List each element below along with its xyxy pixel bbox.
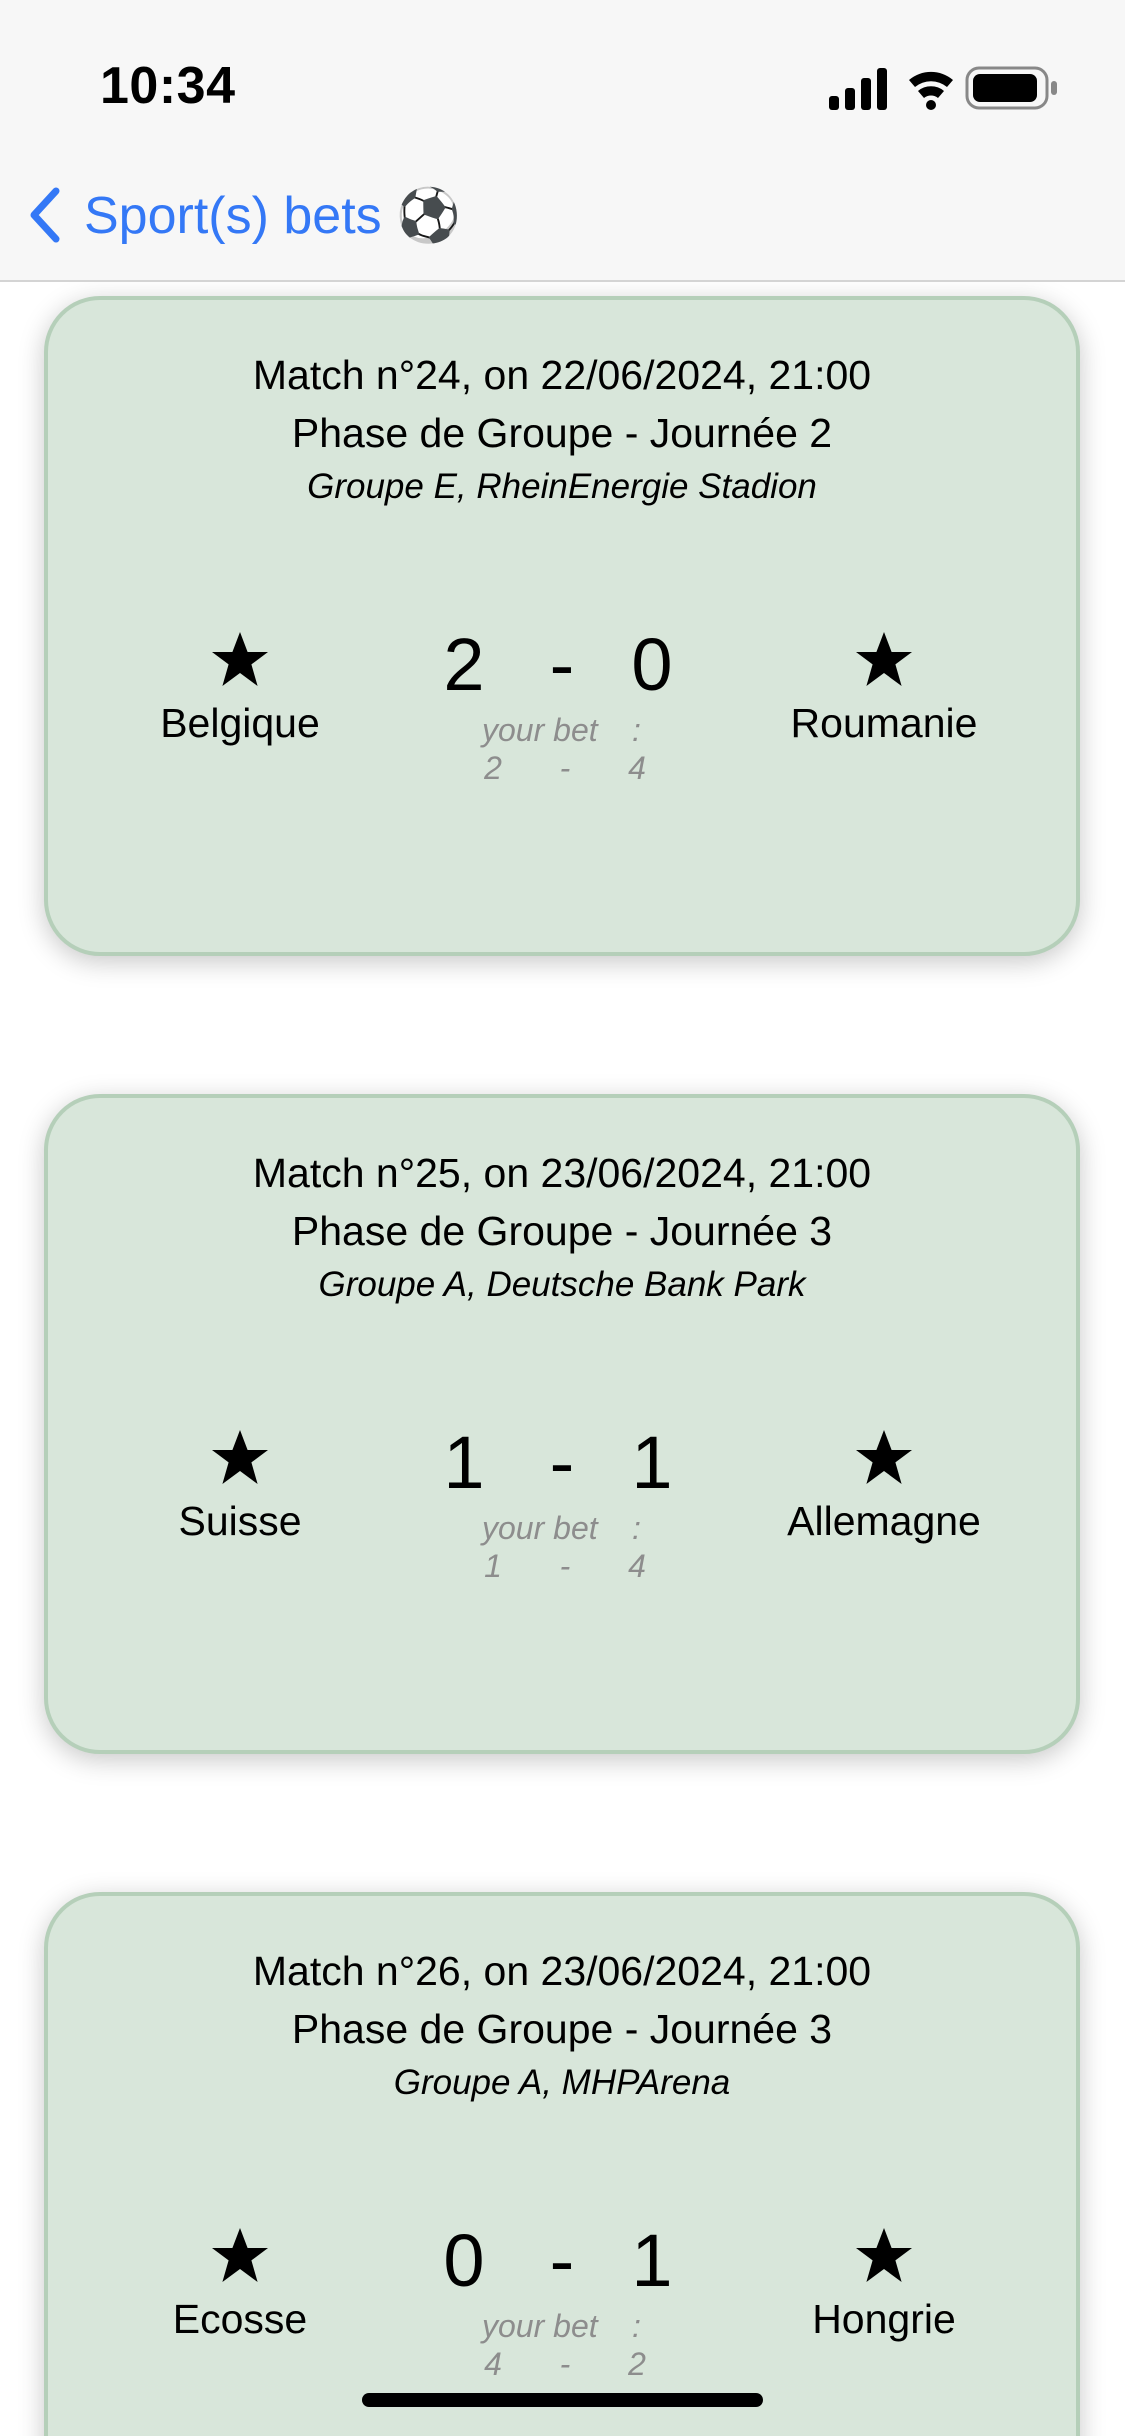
match-phase: Phase de Groupe - Journée 3 (291, 2006, 833, 2052)
status-icons (829, 66, 1057, 110)
bet-colon: : (632, 2308, 641, 2344)
navigation-bar: Sport(s) bets ⚽️ (0, 140, 1125, 282)
status-bar: 10:34 (0, 0, 1125, 140)
bet-colon: : (632, 1510, 641, 1546)
home-team: Belgique (90, 630, 390, 747)
score-away: 1 (631, 2219, 673, 2302)
match-card[interactable]: Match n°25, on 23/06/2024, 21:00 Phase d… (44, 1094, 1080, 1754)
away-team-name: Hongrie (812, 2296, 956, 2342)
bet-away: 4 (628, 750, 646, 786)
match-header: Match n°25, on 23/06/2024, 21:00 Phase d… (48, 1144, 1076, 1310)
match-list[interactable]: Match n°24, on 22/06/2024, 21:00 Phase d… (0, 282, 1125, 2436)
user-bet: your bet : 4 - 2 (462, 2308, 662, 2388)
score-home: 1 (443, 1421, 485, 1504)
away-team: Allemagne (734, 1428, 1034, 1545)
bet-label: your bet (482, 2308, 598, 2344)
match-score: 0 - 1 (422, 2224, 702, 2298)
bet-label: your bet (482, 712, 598, 748)
score-home: 0 (443, 2219, 485, 2302)
bet-home: 4 (484, 2346, 502, 2382)
star-icon (856, 1430, 912, 1484)
home-team-name: Ecosse (172, 2296, 308, 2342)
score-away: 0 (631, 623, 673, 706)
cellular-signal-icon (829, 68, 887, 110)
match-phase: Phase de Groupe - Journée 3 (291, 1208, 833, 1254)
match-score: 1 - 1 (422, 1426, 702, 1500)
back-button-label[interactable]: Sport(s) bets ⚽️ (84, 185, 461, 246)
back-button[interactable]: Sport(s) bets ⚽️ (24, 180, 461, 250)
bet-away: 4 (628, 1548, 646, 1584)
match-card[interactable]: Match n°24, on 22/06/2024, 21:00 Phase d… (44, 296, 1080, 956)
match-number-date: Match n°24, on 22/06/2024, 21:00 (252, 352, 872, 398)
away-team: Roumanie (734, 630, 1034, 747)
away-team-name: Roumanie (790, 700, 978, 746)
bet-away: 2 (628, 2346, 646, 2382)
match-number-date: Match n°25, on 23/06/2024, 21:00 (252, 1150, 872, 1196)
score-home: 2 (443, 623, 485, 706)
match-group-stadium: Groupe E, RheinEnergie Stadion (307, 467, 817, 506)
status-time: 10:34 (100, 57, 236, 115)
battery-icon (965, 66, 1057, 110)
home-indicator[interactable] (362, 2393, 763, 2407)
bet-label: your bet (482, 1510, 598, 1546)
bet-separator: - (559, 750, 571, 786)
wifi-icon (909, 71, 953, 110)
user-bet: your bet : 2 - 4 (462, 712, 662, 792)
match-group-stadium: Groupe A, Deutsche Bank Park (318, 1265, 806, 1304)
star-icon (212, 2228, 268, 2282)
star-icon (212, 632, 268, 686)
match-phase: Phase de Groupe - Journée 2 (291, 410, 833, 456)
home-team: Suisse (90, 1428, 390, 1545)
bet-separator: - (559, 2346, 571, 2382)
score-separator: - (549, 623, 575, 706)
bet-colon: : (632, 712, 641, 748)
home-team-name: Belgique (160, 700, 320, 746)
star-icon (856, 2228, 912, 2282)
away-team: Hongrie (734, 2226, 1034, 2343)
match-group-stadium: Groupe A, MHPArena (393, 2063, 731, 2102)
away-team-name: Allemagne (787, 1498, 981, 1544)
match-header: Match n°24, on 22/06/2024, 21:00 Phase d… (48, 346, 1076, 512)
bet-home: 2 (484, 750, 502, 786)
home-team-name: Suisse (178, 1498, 302, 1544)
score-away: 1 (631, 1421, 673, 1504)
score-separator: - (549, 2219, 575, 2302)
user-bet: your bet : 1 - 4 (462, 1510, 662, 1590)
home-team: Ecosse (90, 2226, 390, 2343)
star-icon (212, 1430, 268, 1484)
match-score: 2 - 0 (422, 628, 702, 702)
star-icon (856, 632, 912, 686)
score-separator: - (549, 1421, 575, 1504)
chevron-left-icon[interactable] (24, 185, 64, 245)
match-card[interactable]: Match n°26, on 23/06/2024, 21:00 Phase d… (44, 1892, 1080, 2436)
bet-separator: - (559, 1548, 571, 1584)
bet-home: 1 (484, 1548, 502, 1584)
match-header: Match n°26, on 23/06/2024, 21:00 Phase d… (48, 1942, 1076, 2108)
match-number-date: Match n°26, on 23/06/2024, 21:00 (252, 1948, 872, 1994)
